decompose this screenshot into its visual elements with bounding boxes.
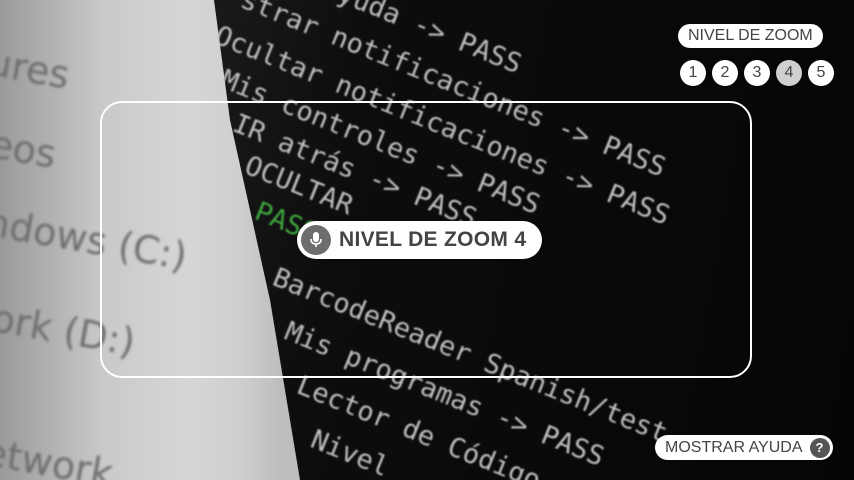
zoom-level-1-button[interactable]: 1: [680, 60, 706, 86]
zoom-level-header: NIVEL DE ZOOM: [678, 24, 823, 48]
zoom-status-pill: NIVEL DE ZOOM 4: [297, 221, 543, 259]
zoom-level-5-button[interactable]: 5: [808, 60, 834, 86]
zoom-level-4-button[interactable]: 4: [776, 60, 802, 86]
zoom-status-label: NIVEL DE ZOOM 4: [339, 228, 527, 251]
zoom-level-3-button[interactable]: 3: [744, 60, 770, 86]
show-help-button[interactable]: MOSTRAR AYUDA ?: [655, 435, 833, 460]
zoom-level-selector: 1 2 3 4 5: [674, 60, 834, 86]
zoom-level-2-button[interactable]: 2: [712, 60, 738, 86]
show-help-label: MOSTRAR AYUDA: [665, 438, 803, 456]
help-icon: ?: [809, 437, 830, 458]
mic-icon: [301, 225, 331, 255]
